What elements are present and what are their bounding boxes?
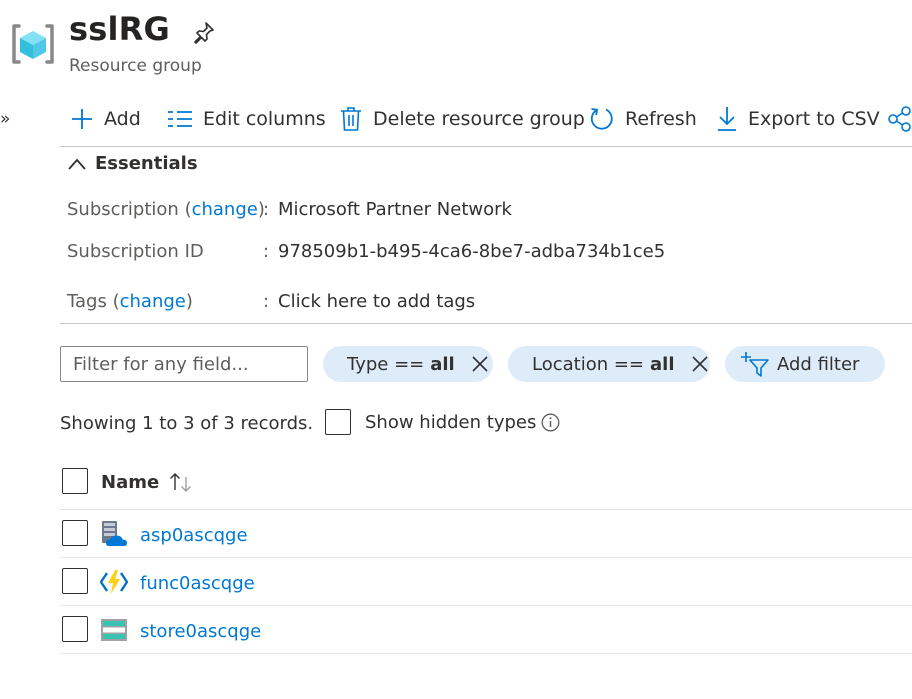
plus-icon (72, 109, 92, 129)
row-checkbox[interactable] (62, 616, 88, 642)
chevron-up-icon (68, 158, 86, 170)
subscription-value-link[interactable]: Microsoft Partner Network (278, 199, 512, 220)
type-filter-pill[interactable]: Type == all (323, 346, 493, 382)
name-column-header[interactable]: Name (101, 471, 193, 493)
row-divider (60, 557, 912, 558)
row-divider (60, 605, 912, 606)
resource-link[interactable]: store0ascqge (140, 621, 261, 642)
expand-sidebar-icon[interactable]: » (0, 109, 10, 129)
resource-group-icon (12, 24, 54, 64)
delete-label: Delete resource group (373, 108, 585, 130)
page-title: sslRG (69, 10, 170, 48)
add-tags-link[interactable]: Click here to add tags (278, 291, 475, 312)
subscription-id-value: 978509b1-b495-4ca6-8be7-adba734b1ce5 (278, 241, 666, 262)
location-filter-prefix: Location == (532, 353, 645, 375)
show-hidden-types-checkbox[interactable] (325, 409, 351, 435)
subscription-id-label: Subscription ID (67, 241, 204, 262)
edit-columns-button[interactable]: Edit columns (167, 104, 326, 134)
records-summary: Showing 1 to 3 of 3 records. (60, 413, 314, 434)
share-icon (888, 106, 911, 132)
edit-columns-label: Edit columns (203, 108, 326, 130)
essentials-heading: Essentials (95, 153, 198, 174)
refresh-label: Refresh (625, 108, 697, 130)
table-header-divider (60, 509, 912, 510)
row-checkbox[interactable] (62, 520, 88, 546)
edit-columns-icon (168, 111, 192, 127)
add-filter-icon (741, 352, 769, 377)
subscription-id-colon: : (263, 241, 270, 262)
subscription-label: Subscription (change) (67, 199, 265, 220)
tags-change-link[interactable]: change (120, 291, 186, 312)
add-button[interactable]: Add (70, 104, 141, 134)
export-label: Export to CSV (748, 108, 880, 130)
tags-colon: : (263, 291, 270, 312)
essentials-divider (60, 323, 912, 324)
share-button[interactable] (887, 104, 912, 134)
type-filter-value: all (430, 353, 455, 375)
function-app-icon (100, 570, 128, 594)
pin-icon[interactable] (192, 20, 216, 44)
storage-account-icon (101, 619, 127, 641)
sort-icon (170, 473, 192, 492)
filter-input[interactable] (60, 346, 308, 382)
location-filter-value: all (650, 353, 675, 375)
tags-label: Tags (change) (67, 291, 193, 312)
download-icon (718, 107, 736, 131)
add-filter-button[interactable]: Add filter (725, 346, 885, 382)
resource-link[interactable]: func0ascqge (140, 573, 255, 594)
add-label: Add (104, 108, 141, 130)
location-filter-pill[interactable]: Location == all (508, 346, 710, 382)
show-hidden-types-label: Show hidden types (365, 412, 537, 433)
refresh-icon (590, 108, 613, 130)
essentials-toggle[interactable]: Essentials (67, 153, 198, 174)
delete-resource-group-button[interactable]: Delete resource group (339, 104, 585, 134)
select-all-checkbox[interactable] (62, 468, 88, 494)
row-divider (60, 653, 912, 654)
resource-link[interactable]: asp0ascqge (140, 525, 248, 546)
toolbar-divider (60, 146, 912, 147)
close-icon[interactable] (691, 355, 709, 373)
info-icon[interactable] (541, 413, 560, 432)
refresh-button[interactable]: Refresh (589, 104, 697, 134)
export-csv-button[interactable]: Export to CSV (716, 104, 880, 134)
close-icon[interactable] (471, 355, 489, 373)
subscription-colon: : (263, 199, 270, 220)
type-filter-prefix: Type == (347, 353, 425, 375)
trash-icon (341, 107, 361, 131)
subscription-change-link[interactable]: change (192, 199, 258, 220)
row-checkbox[interactable] (62, 568, 88, 594)
app-service-plan-icon (102, 521, 127, 546)
page-subtitle: Resource group (69, 56, 202, 76)
add-filter-label: Add filter (777, 353, 860, 375)
